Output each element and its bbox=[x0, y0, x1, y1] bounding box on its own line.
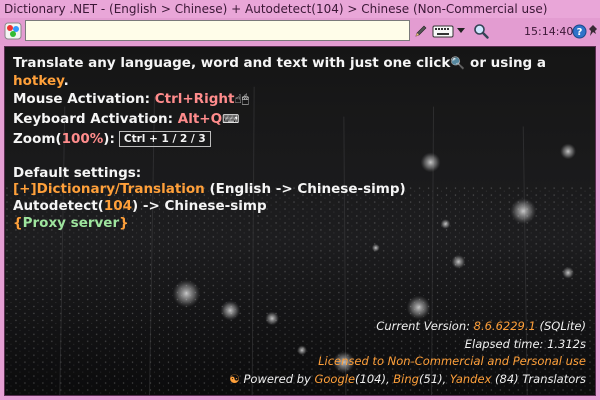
main-panel: Translate any language, word and text wi… bbox=[4, 46, 596, 396]
elapsed-time: Elapsed time: 1.312s bbox=[464, 337, 586, 351]
zoom-setting: Zoom(100%): Ctrl + 1 / 2 / 3 bbox=[13, 131, 211, 147]
autodetect-count[interactable]: 104 bbox=[104, 198, 132, 214]
bing-link[interactable]: Bing bbox=[393, 372, 419, 386]
dictionary-setting: [+]Dictionary/Translation (English -> Ch… bbox=[13, 181, 406, 197]
keyboard-icon: ⌨ bbox=[222, 112, 240, 126]
svg-text:?: ? bbox=[576, 27, 582, 38]
search-icon: 🔍 bbox=[450, 56, 466, 70]
mouse-activation-value[interactable]: Ctrl+Right bbox=[155, 91, 235, 107]
proxy-setting: {Proxy server} bbox=[13, 215, 129, 231]
zoom-value[interactable]: 100% bbox=[62, 131, 104, 147]
keyboard-activation-value[interactable]: Alt+Q bbox=[178, 111, 222, 127]
default-settings-heading: Default settings: bbox=[13, 165, 142, 181]
version-number[interactable]: 8.6.6229.1 bbox=[474, 319, 536, 333]
app-icon[interactable] bbox=[4, 22, 22, 40]
clock-time: 15:14:40 bbox=[524, 25, 574, 38]
yin-yang-icon: ☯ bbox=[229, 372, 240, 386]
pin-icon[interactable] bbox=[586, 21, 600, 41]
search-box[interactable] bbox=[25, 20, 417, 42]
mouse-activation: Mouse Activation: Ctrl+Right☝🖱 bbox=[13, 91, 249, 107]
help-icon[interactable]: ? bbox=[571, 21, 587, 41]
intro-hotkey-line: hotkey. bbox=[13, 73, 69, 89]
powered-by: ☯ Powered by Google(104), Bing(51), Yand… bbox=[229, 372, 586, 386]
proxy-server-link[interactable]: Proxy server bbox=[23, 215, 120, 231]
mouse-icon: ☝🖱 bbox=[234, 92, 249, 106]
title-bar: Dictionary .NET - (English > Chinese) + … bbox=[0, 0, 600, 18]
keyboard-activation: Keyboard Activation: Alt+Q⌨ bbox=[13, 111, 240, 127]
license-text: Licensed to Non-Commercial and Personal … bbox=[318, 354, 586, 368]
dropdown-arrow-icon[interactable] bbox=[456, 21, 466, 41]
search-icon[interactable] bbox=[471, 21, 491, 41]
yandex-link[interactable]: Yandex bbox=[450, 372, 492, 386]
dictionary-translation-link[interactable]: [+]Dictionary/Translation bbox=[13, 181, 205, 197]
google-link[interactable]: Google bbox=[314, 372, 355, 386]
autodetect-setting: Autodetect(104) -> Chinese-simp bbox=[13, 198, 267, 214]
keyboard-icon[interactable] bbox=[431, 21, 455, 41]
version-info: Current Version: 8.6.6229.1 (SQLite) bbox=[376, 319, 586, 333]
pencil-icon[interactable] bbox=[412, 21, 430, 41]
window-title: Dictionary .NET - (English > Chinese) + … bbox=[4, 2, 548, 16]
intro-text: Translate any language, word and text wi… bbox=[13, 55, 547, 71]
toolbar: 15:14:40 ? bbox=[0, 18, 600, 45]
search-input[interactable] bbox=[26, 22, 417, 42]
zoom-shortcut-keys: Ctrl + 1 / 2 / 3 bbox=[118, 131, 211, 147]
hotkey-link[interactable]: hotkey bbox=[13, 73, 64, 89]
